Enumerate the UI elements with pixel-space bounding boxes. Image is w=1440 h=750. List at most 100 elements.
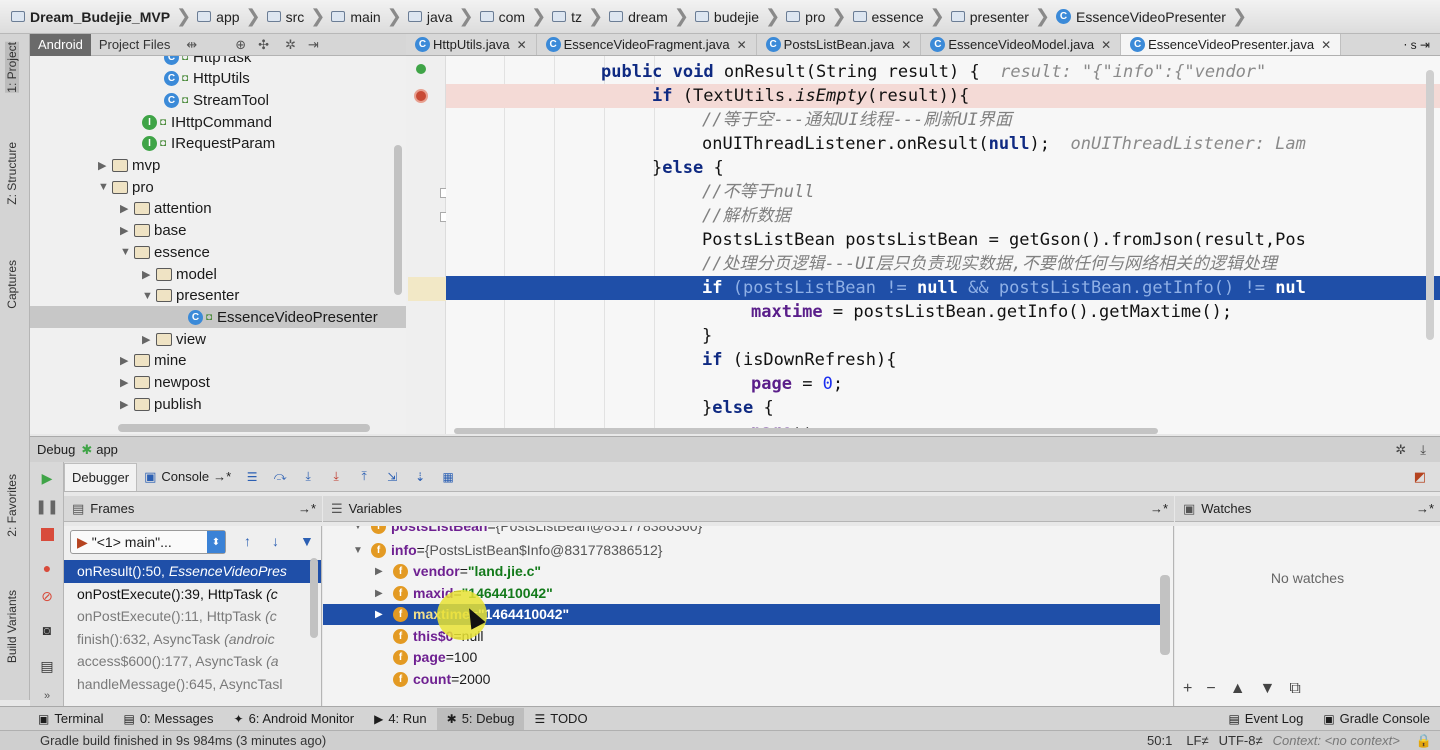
- stack-frame[interactable]: onResult():50, EssenceVideoPres: [64, 560, 321, 583]
- settings-icon[interactable]: ▤: [37, 656, 57, 676]
- chevron-right-icon[interactable]: ▶: [142, 268, 156, 281]
- console-tab[interactable]: ▣ Console →*: [137, 463, 238, 491]
- variable-row[interactable]: ▶ f vendor = "land.jie.c": [323, 561, 1163, 582]
- tree-item[interactable]: ▶ attention: [30, 198, 406, 220]
- tree-item[interactable]: ▶ newpost: [30, 372, 406, 394]
- breadcrumb-item[interactable]: main: [326, 4, 385, 30]
- chevron-down-icon[interactable]: ▼: [120, 246, 134, 258]
- favorites-tool-tab[interactable]: 2: Favorites: [5, 474, 19, 537]
- tool-window-button[interactable]: ▶ 4: Run: [364, 708, 437, 730]
- code-line[interactable]: }: [446, 324, 1440, 348]
- breadcrumb-item[interactable]: C EssenceVideoPresenter: [1051, 4, 1231, 30]
- step-over-icon[interactable]: ⤼: [269, 467, 291, 487]
- variable-row[interactable]: ▼ f postsListBean = {PostsListBean@8317783…: [323, 526, 1163, 537]
- move-down-icon[interactable]: ▼: [1260, 680, 1276, 698]
- sync-icon[interactable]: ⊕: [235, 37, 246, 53]
- code-line[interactable]: if (isDownRefresh){: [446, 348, 1440, 372]
- more-tabs-icon[interactable]: ⋅ s ⇥: [1403, 38, 1430, 52]
- filter-icon[interactable]: ▼: [300, 533, 314, 549]
- stack-frame[interactable]: handleMessage():645, AsyncTasl: [64, 673, 321, 696]
- breadcrumb-item[interactable]: src: [262, 4, 310, 30]
- override-marker-icon[interactable]: [416, 64, 426, 74]
- chevron-down-icon[interactable]: ▼: [98, 181, 112, 193]
- variable-row[interactable]: ▼ f info = {PostsListBean$Info@83177838651…: [323, 540, 1163, 561]
- autoscroll-icon[interactable]: ✣: [258, 37, 269, 53]
- show-execution-point-icon[interactable]: ☰: [241, 467, 263, 487]
- chevron-right-icon[interactable]: ▶: [120, 376, 134, 389]
- collapse-icon[interactable]: ⇹: [186, 37, 197, 53]
- code-line[interactable]: onUIThreadListener.onResult(null); onUIT…: [446, 132, 1440, 156]
- code-line[interactable]: //不等于null: [446, 180, 1440, 204]
- code-line[interactable]: public void onResult(String result) { re…: [446, 60, 1440, 84]
- code-line[interactable]: //处理分页逻辑---UI层只负责现实数据,不要做任何与网络相关的逻辑处理: [446, 252, 1440, 276]
- stack-frame[interactable]: access$600():177, AsyncTask (a: [64, 650, 321, 673]
- current-execution-line[interactable]: if (postsListBean != null && postsListBe…: [446, 276, 1440, 300]
- gear-icon[interactable]: ✲: [1395, 442, 1406, 458]
- variables-scrollbar[interactable]: [1160, 575, 1170, 655]
- tree-item[interactable]: C ◘ HttpTask: [30, 56, 406, 68]
- code-line[interactable]: maxtime = postsListBean.getInfo().getMax…: [446, 300, 1440, 324]
- more-icon[interactable]: »: [37, 686, 57, 706]
- breadcrumb-item[interactable]: Dream_Budejie_MVP: [6, 4, 175, 30]
- step-into-icon[interactable]: ⤓: [297, 467, 319, 487]
- copy-icon[interactable]: ⧉: [1289, 680, 1300, 698]
- thread-selector[interactable]: ▶ "<1> main"... ⬍: [70, 530, 226, 554]
- chevron-right-icon[interactable]: ▶: [375, 583, 393, 604]
- stack-frame[interactable]: onPostExecute():39, HttpTask (c: [64, 583, 321, 606]
- chevron-down-icon[interactable]: ▼: [353, 540, 371, 561]
- evaluate-expression-icon[interactable]: ▦: [437, 467, 459, 487]
- get-thread-dump-icon[interactable]: ◙: [37, 620, 57, 640]
- hide-panel-icon[interactable]: ⇥: [308, 37, 319, 53]
- editor-vertical-scrollbar[interactable]: [1426, 70, 1434, 340]
- tool-window-button[interactable]: ☰ TODO: [524, 708, 597, 730]
- tree-item[interactable]: ▶ publish: [30, 393, 406, 415]
- tree-item[interactable]: ▼ essence: [30, 241, 406, 263]
- breadcrumb-item[interactable]: java: [403, 4, 458, 30]
- code-line[interactable]: page = 0;: [446, 372, 1440, 396]
- chevron-right-icon[interactable]: ▶: [120, 224, 134, 237]
- project-files-tab[interactable]: Project Files: [91, 34, 179, 56]
- chevron-right-icon[interactable]: ▶: [375, 604, 393, 625]
- stack-frame[interactable]: onPostExecute():11, HttpTask (c: [64, 605, 321, 628]
- chevron-right-icon[interactable]: ▶: [375, 561, 393, 582]
- drop-frame-icon[interactable]: ⇲: [381, 467, 403, 487]
- breadcrumb-item[interactable]: app: [192, 4, 244, 30]
- previous-frame-icon[interactable]: ↑: [244, 533, 251, 549]
- tree-item[interactable]: ▼ pro: [30, 176, 406, 198]
- tree-item[interactable]: C ◘ StreamTool: [30, 89, 406, 111]
- editor-tab[interactable]: C HttpUtils.java ✕: [406, 34, 537, 55]
- tree-item[interactable]: I ◘ IHttpCommand: [30, 111, 406, 133]
- tool-window-button[interactable]: ✦ 6: Android Monitor: [224, 708, 365, 730]
- breakpoint-icon[interactable]: [414, 89, 428, 103]
- breadcrumb-item[interactable]: essence: [848, 4, 929, 30]
- tree-item[interactable]: I ◘ IRequestParam: [30, 133, 406, 155]
- breakpoint-line[interactable]: if (TextUtils.isEmpty(result)){: [446, 84, 1440, 108]
- variable-row[interactable]: f page = 100: [323, 647, 1163, 668]
- breadcrumb-item[interactable]: com: [475, 4, 530, 30]
- pause-icon[interactable]: ❚❚: [35, 496, 58, 516]
- tree-item[interactable]: ▶ base: [30, 220, 406, 242]
- close-icon[interactable]: ✕: [517, 38, 527, 52]
- tree-item[interactable]: C ◘ HttpUtils: [30, 68, 406, 90]
- gear-icon[interactable]: ✲: [285, 37, 296, 53]
- remove-watch-icon[interactable]: −: [1206, 680, 1215, 698]
- chevron-right-icon[interactable]: ▶: [120, 202, 134, 215]
- tool-window-button[interactable]: ▣ Terminal: [28, 708, 113, 730]
- editor-tab[interactable]: C EssenceVideoPresenter.java ✕: [1121, 34, 1342, 55]
- project-tool-tab[interactable]: 1: Project: [5, 42, 19, 93]
- android-view-tab[interactable]: Android: [30, 33, 91, 56]
- close-icon[interactable]: ✕: [901, 38, 911, 52]
- stop-icon[interactable]: [37, 524, 57, 544]
- tree-item[interactable]: ▶ mine: [30, 350, 406, 372]
- lock-icon[interactable]: 🔒: [1416, 733, 1432, 749]
- code-line[interactable]: }else {: [446, 156, 1440, 180]
- build-variants-tool-tab[interactable]: Build Variants: [5, 590, 19, 663]
- view-breakpoints-icon[interactable]: ●: [37, 558, 57, 578]
- editor-horizontal-scrollbar[interactable]: [454, 428, 1158, 434]
- editor-tab[interactable]: C PostsListBean.java ✕: [757, 34, 922, 55]
- debugger-tab[interactable]: Debugger: [64, 462, 138, 491]
- breadcrumb-item[interactable]: budejie: [690, 4, 764, 30]
- code-line[interactable]: PostsListBean postsListBean = getGson().…: [446, 228, 1440, 252]
- captures-tool-tab[interactable]: Captures: [5, 260, 19, 309]
- add-watch-icon[interactable]: +: [1183, 680, 1192, 698]
